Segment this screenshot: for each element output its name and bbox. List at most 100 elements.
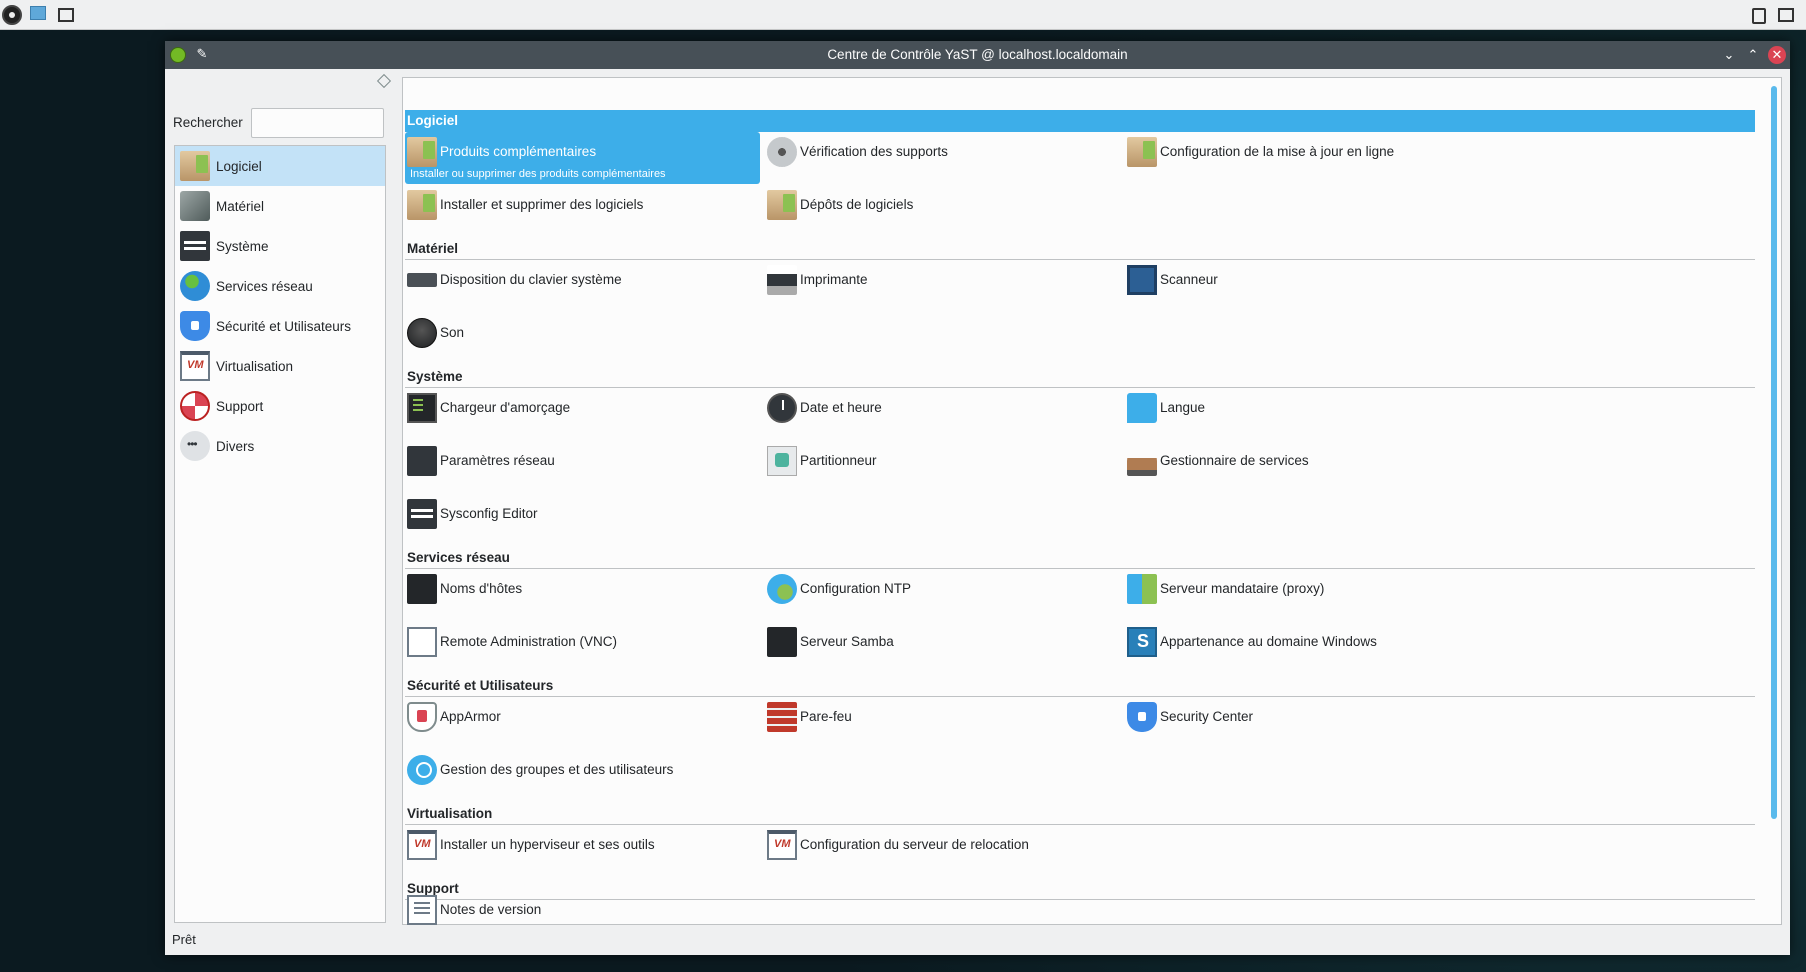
module-label: Vérification des supports xyxy=(800,144,948,159)
module-panel: Logiciel Produits complémentaires Instal… xyxy=(402,77,1782,925)
module-label: Gestion des groupes et des utilisateurs xyxy=(440,762,674,777)
launcher-icon[interactable] xyxy=(2,5,22,25)
module-imprimante[interactable]: Imprimante xyxy=(765,260,1120,310)
module-label: Configuration NTP xyxy=(800,581,912,596)
category-label: Support xyxy=(216,398,264,414)
category-materiel[interactable]: Matériel xyxy=(175,186,385,226)
category-list: Logiciel Matériel Système Services résea… xyxy=(174,145,386,923)
close-icon[interactable]: ✕ xyxy=(1768,46,1786,64)
module-label: Son xyxy=(440,325,465,340)
module-vnc[interactable]: Remote Administration (VNC) xyxy=(405,622,760,672)
security-center-icon xyxy=(1127,702,1157,732)
software-install-icon xyxy=(407,190,437,220)
module-label: Disposition du clavier système xyxy=(440,272,622,287)
repositories-icon xyxy=(767,190,797,220)
sound-icon xyxy=(407,318,437,348)
search-row: Rechercher xyxy=(173,108,395,138)
module-installer-logiciels[interactable]: Installer et supprimer des logiciels xyxy=(405,185,760,235)
language-icon xyxy=(1127,393,1157,423)
desktop-2-icon[interactable] xyxy=(58,8,74,22)
module-label: Installer et supprimer des logiciels xyxy=(440,197,644,212)
proxy-icon xyxy=(1127,574,1157,604)
module-label: Remote Administration (VNC) xyxy=(440,634,618,649)
desktop-1-icon[interactable] xyxy=(30,6,46,20)
section-header-securite: Sécurité et Utilisateurs xyxy=(405,675,1755,697)
category-services-reseau[interactable]: Services réseau xyxy=(175,266,385,306)
module-label: Configuration de la mise à jour en ligne xyxy=(1160,144,1395,159)
module-gestionnaire-services[interactable]: Gestionnaire de services xyxy=(1125,441,1480,491)
category-support[interactable]: Support xyxy=(175,386,385,426)
module-pare-feu[interactable]: Pare-feu xyxy=(765,697,1120,747)
module-samba[interactable]: Serveur Samba xyxy=(765,622,1120,672)
category-systeme[interactable]: Système xyxy=(175,226,385,266)
package-icon xyxy=(180,151,210,181)
module-label: Langue xyxy=(1160,400,1206,415)
category-logiciel[interactable]: Logiciel xyxy=(175,146,385,186)
clipboard-icon[interactable] xyxy=(1752,8,1766,24)
module-notes-version[interactable]: Notes de version xyxy=(405,890,760,926)
online-update-icon xyxy=(1127,137,1157,167)
section-header-logiciel: Logiciel xyxy=(405,110,1755,132)
clock-icon xyxy=(767,393,797,423)
category-label: Services réseau xyxy=(216,278,313,294)
module-sysconfig-editor[interactable]: Sysconfig Editor xyxy=(405,494,760,544)
module-relocation[interactable]: Configuration du serveur de relocation xyxy=(765,825,1120,875)
search-input[interactable] xyxy=(251,108,384,138)
module-label: Noms d'hôtes xyxy=(440,581,523,596)
minimize-icon[interactable]: ⌄ xyxy=(1720,46,1738,64)
category-securite[interactable]: Sécurité et Utilisateurs xyxy=(175,306,385,346)
module-label: Notes de version xyxy=(440,902,542,917)
category-label: Logiciel xyxy=(216,158,262,174)
module-verification-supports[interactable]: Vérification des supports xyxy=(765,132,1120,182)
lifebuoy-icon xyxy=(180,391,210,421)
system-icon xyxy=(180,231,210,261)
module-depots-logiciels[interactable]: Dépôts de logiciels xyxy=(765,185,1120,235)
printer-icon xyxy=(767,265,797,295)
module-chargeur-amorcage[interactable]: Chargeur d'amorçage xyxy=(405,388,760,438)
search-label: Rechercher xyxy=(173,115,243,130)
module-apparmor[interactable]: AppArmor xyxy=(405,697,760,747)
module-partitionneur[interactable]: Partitionneur xyxy=(765,441,1120,491)
relocation-icon xyxy=(767,830,797,860)
apparmor-icon xyxy=(407,702,437,732)
module-label: Chargeur d'amorçage xyxy=(440,400,571,415)
module-scanneur[interactable]: Scanneur xyxy=(1125,260,1480,310)
module-online-update-config[interactable]: Configuration de la mise à jour en ligne xyxy=(1125,132,1480,182)
services-manager-icon xyxy=(1127,446,1157,476)
module-date-heure[interactable]: Date et heure xyxy=(765,388,1120,438)
vertical-scrollbar[interactable] xyxy=(1771,86,1777,819)
collapse-icon[interactable] xyxy=(376,73,392,89)
module-security-center[interactable]: Security Center xyxy=(1125,697,1480,747)
category-label: Matériel xyxy=(216,198,265,214)
network-icon[interactable] xyxy=(1778,8,1794,22)
module-utilisateurs[interactable]: Gestion des groupes et des utilisateurs xyxy=(405,750,760,800)
maximize-icon[interactable]: ⌃ xyxy=(1744,46,1762,64)
scanner-icon xyxy=(1127,265,1157,295)
module-parametres-reseau[interactable]: Paramètres réseau xyxy=(405,441,760,491)
keyboard-icon xyxy=(407,273,437,287)
module-ntp[interactable]: Configuration NTP xyxy=(765,569,1120,619)
module-label: Gestionnaire de services xyxy=(1160,453,1309,468)
module-label: Dépôts de logiciels xyxy=(800,197,914,212)
module-proxy[interactable]: Serveur mandataire (proxy) xyxy=(1125,569,1480,619)
title-bar[interactable]: ✎ Centre de Contrôle YaST @ localhost.lo… xyxy=(165,41,1790,69)
module-label: AppArmor xyxy=(440,709,501,724)
module-clavier[interactable]: Disposition du clavier système xyxy=(405,260,760,310)
module-langue[interactable]: Langue xyxy=(1125,388,1480,438)
module-label: Installer un hyperviseur et ses outils xyxy=(440,837,655,852)
category-virtualisation[interactable]: Virtualisation xyxy=(175,346,385,386)
module-son[interactable]: Son xyxy=(405,313,760,363)
category-divers[interactable]: Divers xyxy=(175,426,385,466)
top-panel xyxy=(0,0,1806,30)
network-card-icon xyxy=(407,446,437,476)
module-domaine-windows[interactable]: Appartenance au domaine Windows xyxy=(1125,622,1480,672)
category-label: Sécurité et Utilisateurs xyxy=(216,318,352,334)
module-noms-hotes[interactable]: Noms d'hôtes xyxy=(405,569,760,619)
more-icon xyxy=(180,431,210,461)
hypervisor-icon xyxy=(407,830,437,860)
ntp-icon xyxy=(767,574,797,604)
module-hyperviseur[interactable]: Installer un hyperviseur et ses outils xyxy=(405,825,760,875)
module-label: Sysconfig Editor xyxy=(440,506,538,521)
module-produits-complementaires[interactable]: Produits complémentaires Installer ou su… xyxy=(405,132,760,184)
module-label: Security Center xyxy=(1160,709,1254,724)
